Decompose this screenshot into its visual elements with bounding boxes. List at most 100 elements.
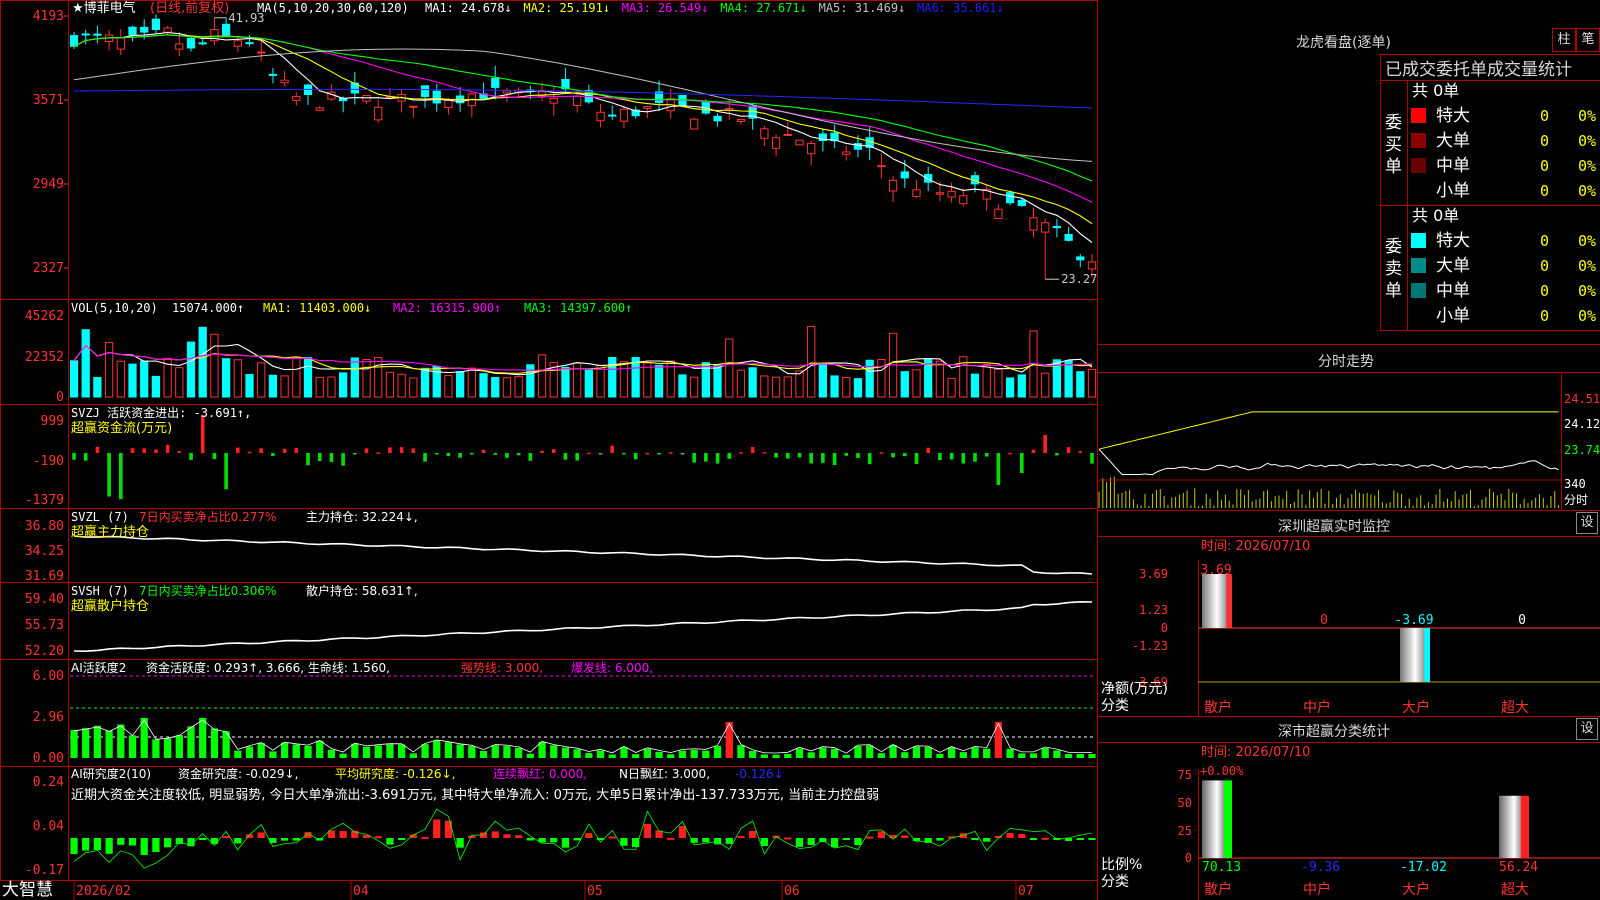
candle[interactable]	[713, 113, 722, 127]
active-bar	[491, 745, 499, 758]
candle[interactable]	[362, 94, 371, 105]
candle[interactable]	[1076, 254, 1085, 268]
candle[interactable]	[151, 14, 161, 34]
candle[interactable]	[760, 126, 769, 146]
ai-active-chart[interactable]	[70, 675, 1096, 758]
candle[interactable]	[865, 127, 874, 160]
ai-research-chart[interactable]	[70, 808, 1096, 869]
flow-bar	[540, 450, 544, 453]
candle[interactable]	[631, 106, 640, 119]
candle[interactable]	[327, 84, 336, 101]
candle[interactable]	[397, 89, 406, 113]
candle[interactable]	[268, 68, 278, 84]
candle-body	[596, 111, 605, 122]
candle[interactable]	[374, 99, 383, 123]
kline-y-tick: 2327	[33, 261, 64, 276]
active-bar	[643, 748, 651, 758]
candle[interactable]	[947, 182, 956, 203]
candle[interactable]	[467, 92, 476, 118]
intraday-chart[interactable]	[1098, 411, 1561, 508]
candle[interactable]	[420, 85, 430, 108]
candle[interactable]	[1052, 219, 1062, 238]
flow-bar	[376, 452, 381, 454]
flow-bar	[809, 453, 813, 464]
candle[interactable]	[537, 82, 547, 102]
candle[interactable]	[912, 179, 921, 198]
sell-pct: 0%	[1578, 232, 1596, 250]
candle[interactable]	[210, 17, 219, 46]
candlestick-chart[interactable]: 41.9323.27	[69, 11, 1097, 286]
candle[interactable]	[1029, 207, 1038, 238]
candle[interactable]	[104, 30, 114, 51]
candle[interactable]	[491, 65, 500, 100]
svzl-chart[interactable]	[73, 535, 1093, 575]
svzj-chart[interactable]	[72, 415, 1094, 500]
candle-body	[268, 73, 278, 76]
candle[interactable]	[233, 36, 242, 52]
sell-swatch	[1411, 283, 1426, 298]
candle[interactable]	[1064, 226, 1073, 242]
candle[interactable]	[409, 105, 418, 119]
candle[interactable]	[350, 71, 359, 105]
candle[interactable]	[959, 188, 968, 207]
monitor-settings-button[interactable]: 设	[1576, 512, 1598, 534]
candle[interactable]	[842, 145, 851, 161]
candle[interactable]	[994, 204, 1003, 219]
candle[interactable]	[432, 84, 441, 112]
candle[interactable]	[982, 185, 991, 211]
candle[interactable]	[69, 31, 79, 49]
volume-bar	[877, 359, 886, 398]
ai-research-y-tick: -0.17	[25, 863, 64, 878]
candle[interactable]	[736, 118, 746, 125]
candle[interactable]	[771, 134, 781, 157]
classify-settings-button[interactable]: 设	[1576, 718, 1598, 740]
svzl-y-tick: 34.25	[25, 544, 64, 559]
candle[interactable]	[303, 83, 313, 105]
bar-mode-button[interactable]: 柱	[1552, 28, 1576, 52]
candle-body	[432, 90, 441, 104]
candle[interactable]	[93, 25, 102, 44]
candle[interactable]	[596, 103, 605, 128]
buy-swatch	[1411, 108, 1426, 123]
candle[interactable]	[1005, 190, 1015, 206]
volume-bar	[678, 374, 687, 398]
candle-body	[93, 33, 102, 36]
candle[interactable]	[257, 41, 266, 62]
research-bar	[643, 824, 651, 838]
kline-y-tick: 3571	[33, 93, 64, 108]
candle[interactable]	[116, 29, 125, 56]
candle[interactable]	[690, 118, 699, 130]
svsh-chart[interactable]	[73, 600, 1093, 653]
candle[interactable]	[1041, 218, 1050, 280]
candle[interactable]	[795, 139, 804, 146]
candle[interactable]	[479, 82, 488, 100]
monitor-y-tick: -1.23	[1132, 639, 1168, 653]
candle[interactable]	[619, 105, 629, 129]
volume-bar	[409, 377, 418, 398]
intraday-title: 分时走势	[1318, 354, 1374, 370]
flow-bar	[329, 453, 334, 462]
candle[interactable]	[315, 106, 324, 112]
candle[interactable]	[830, 124, 839, 148]
candle[interactable]	[128, 25, 137, 42]
candle-body	[643, 106, 652, 109]
tick-mode-button[interactable]: 笔	[1576, 28, 1600, 52]
candle-body	[502, 90, 512, 94]
volume-bar	[140, 360, 149, 398]
volume-chart[interactable]	[69, 325, 1097, 398]
volume-bar	[221, 358, 231, 398]
candle[interactable]	[807, 140, 816, 166]
svsh-subtitle: 超赢散户持仓	[71, 598, 149, 614]
candle[interactable]	[608, 105, 617, 120]
candle[interactable]	[280, 71, 289, 86]
active-bar	[819, 747, 827, 758]
candle[interactable]	[292, 92, 301, 106]
research-bar	[901, 835, 909, 838]
candle[interactable]	[888, 175, 898, 203]
dragon-tabs[interactable]: 已成交委托单成交量统计	[1385, 55, 1572, 80]
candle[interactable]	[877, 153, 886, 179]
active-bar	[163, 738, 172, 758]
candle[interactable]	[654, 80, 664, 112]
candle[interactable]	[186, 37, 196, 52]
classify-top-label: +0.00%	[1200, 764, 1244, 778]
